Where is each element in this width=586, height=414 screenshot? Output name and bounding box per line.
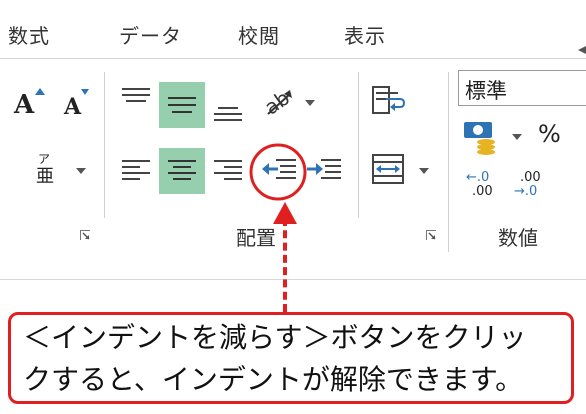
tab-data[interactable]: データ (119, 20, 182, 49)
group-separator-alignment (448, 72, 449, 252)
decrease-decimal-bottom: →.0 (514, 184, 538, 199)
caret-down-icon (81, 89, 89, 95)
number-format-value: 標準 (465, 79, 507, 103)
decrease-indent-highlight-circle (249, 143, 307, 201)
tab-view[interactable]: 表示 (344, 20, 386, 49)
svg-text:ab: ab (262, 86, 294, 118)
increase-indent-icon[interactable] (307, 157, 345, 183)
accounting-dropdown-icon[interactable] (512, 134, 522, 140)
decrease-decimal-button[interactable]: .00 →.0 (514, 170, 544, 204)
tab-review[interactable]: 校閲 (238, 20, 280, 49)
increase-font-letter: A (14, 90, 35, 120)
align-center-icon (168, 160, 196, 180)
font-group-launcher-icon[interactable] (80, 230, 90, 240)
group-separator-font (104, 72, 105, 218)
phonetic-dropdown-icon[interactable] (76, 168, 86, 174)
align-top-icon[interactable] (122, 86, 150, 110)
increase-decimal-top: ←.0 (466, 170, 490, 185)
text-orientation-icon[interactable]: ab (262, 84, 296, 118)
align-middle-icon (168, 97, 196, 113)
align-center-button[interactable] (159, 148, 205, 194)
merge-dropdown-icon[interactable] (419, 168, 429, 174)
alignment-group-label: 配置 (236, 226, 276, 250)
number-group-label: 数値 (498, 226, 538, 250)
increase-decimal-button[interactable]: ←.0 .00 (466, 170, 496, 204)
merge-center-icon[interactable] (372, 154, 404, 184)
group-separator-inner (358, 72, 359, 218)
callout-leader-line (283, 218, 287, 312)
percent-style-button[interactable]: % (538, 120, 561, 148)
excel-ribbon-screenshot: 数式 データ 校閲 表示 A A ア 亜 ab 配置 標準 % ←.0 .00 … (0, 0, 586, 414)
phonetic-base-text: 亜 (36, 166, 54, 187)
orientation-dropdown-icon[interactable] (305, 100, 315, 106)
align-right-icon[interactable] (214, 158, 242, 182)
number-format-dropdown[interactable]: 標準 (458, 70, 586, 106)
caret-up-icon (35, 88, 45, 95)
align-left-icon[interactable] (122, 158, 150, 182)
align-bottom-icon[interactable] (214, 100, 242, 124)
wrap-text-icon[interactable] (372, 86, 406, 116)
callout-line-1: ＜インデントを減らす＞ボタンをクリッ (23, 321, 527, 354)
formula-bar-strip (0, 257, 586, 280)
decrease-decimal-top: .00 (520, 170, 541, 185)
instruction-callout: ＜インデントを減らす＞ボタンをクリッ クすると、インデントが解除できます。 (8, 312, 574, 404)
phonetic-guide-button[interactable]: ア 亜 (34, 152, 60, 188)
decrease-font-letter: A (64, 94, 82, 120)
callout-arrow-icon (273, 202, 297, 224)
accounting-format-icon[interactable] (462, 120, 502, 156)
increase-decimal-bottom: .00 (472, 184, 493, 199)
align-middle-button[interactable] (159, 82, 205, 128)
callout-line-2: クすると、インデントが解除できます。 (23, 363, 524, 396)
ribbon-scroll-edge (574, 42, 586, 58)
alignment-group-launcher-icon[interactable] (426, 230, 436, 240)
ribbon-tab-bar: 数式 データ 校閲 表示 (0, 0, 586, 58)
tab-formulas[interactable]: 数式 (8, 20, 50, 49)
